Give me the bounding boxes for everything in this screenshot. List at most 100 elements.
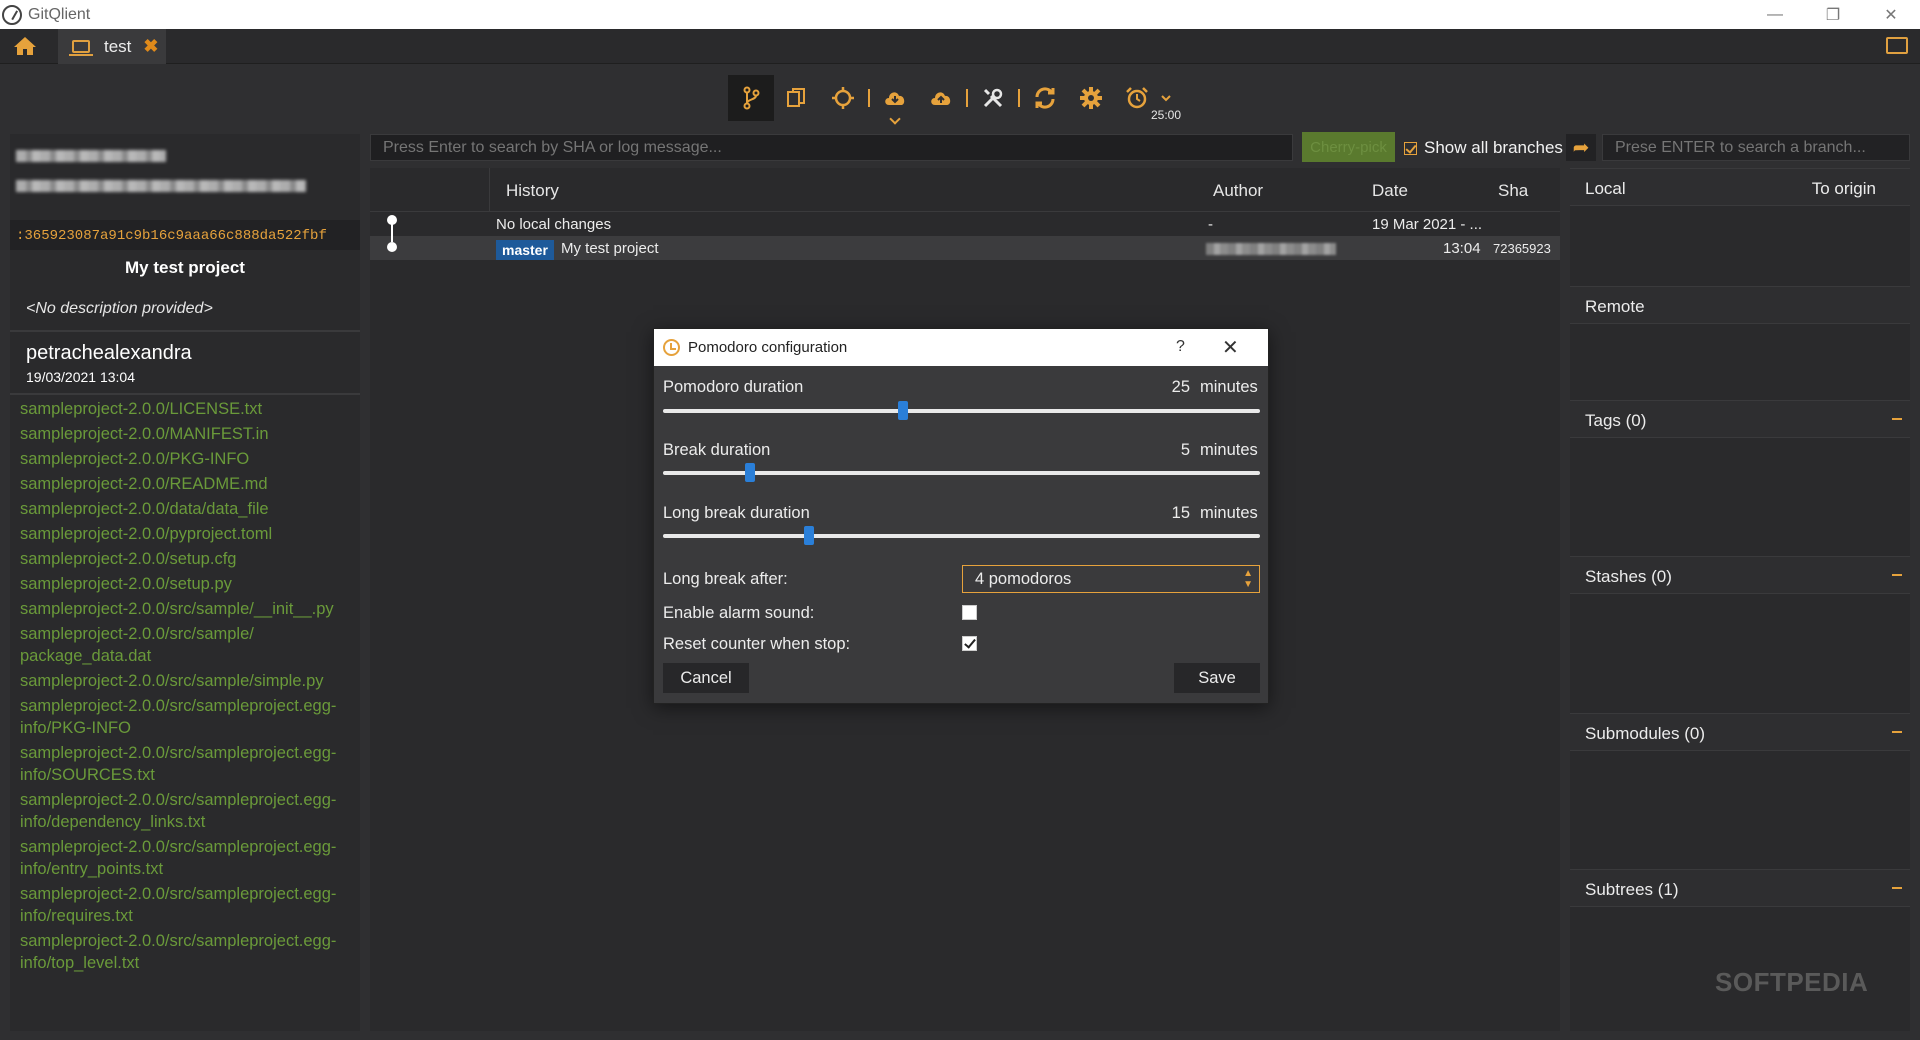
commit-message: No local changes	[496, 216, 612, 233]
pull-button[interactable]	[872, 75, 918, 125]
submodules-header[interactable]: Submodules (0)	[1570, 713, 1910, 751]
file-item[interactable]: sampleproject-2.0.0/src/sampleproject.eg…	[20, 789, 360, 833]
help-button[interactable]: ?	[1176, 338, 1185, 356]
close-icon[interactable]: ✕	[1222, 335, 1239, 360]
file-item[interactable]: sampleproject-2.0.0/data/data_file	[20, 498, 360, 520]
refresh-icon	[1035, 87, 1055, 109]
spin-arrows-icon[interactable]: ▲ ▼	[1243, 568, 1253, 590]
tab-close-icon[interactable]: ✖	[143, 36, 158, 57]
tags-header[interactable]: Tags (0)	[1570, 400, 1910, 438]
spinbox-value: 4 pomodoros	[975, 570, 1072, 588]
commit-sha: :365923087a91c9b16c9aaa66c888da522fbf	[10, 220, 360, 250]
tags-label: Tags (0)	[1585, 411, 1647, 430]
slider-handle[interactable]	[803, 526, 814, 545]
git-tools-button[interactable]	[970, 75, 1016, 121]
subtrees-label: Subtrees (1)	[1585, 880, 1679, 899]
tools-icon	[983, 88, 1003, 108]
file-item[interactable]: sampleproject-2.0.0/setup.cfg	[20, 548, 360, 570]
push-button[interactable]	[918, 75, 964, 121]
slider-handle[interactable]	[745, 463, 756, 482]
branch-search-input[interactable]	[1602, 134, 1910, 161]
alarm-sound-label: Enable alarm sound:	[663, 604, 815, 622]
commit-sha: 72365923	[1493, 241, 1551, 256]
settings-button[interactable]	[1068, 75, 1114, 121]
break-duration-label: Break duration	[663, 441, 771, 459]
blurred-text	[16, 180, 306, 192]
minimize-button[interactable]: —	[1746, 0, 1804, 29]
blurred-author	[1206, 243, 1336, 255]
stashes-header[interactable]: Stashes (0)	[1570, 556, 1910, 594]
file-item[interactable]: sampleproject-2.0.0/src/sampleproject.eg…	[20, 883, 360, 927]
long-break-duration-label: Long break duration	[663, 504, 810, 522]
file-item[interactable]: sampleproject-2.0.0/src/sampleproject.eg…	[20, 695, 360, 739]
collapse-icon[interactable]	[1892, 574, 1902, 576]
sha-column-header[interactable]: Sha	[1498, 181, 1528, 201]
local-branches-header[interactable]: Local To origin	[1570, 168, 1910, 206]
cherry-pick-button[interactable]: Cherry-pick	[1302, 132, 1395, 162]
file-item[interactable]: sampleproject-2.0.0/MANIFEST.in	[20, 423, 360, 445]
tab-label: test	[104, 36, 132, 56]
close-window-button[interactable]: ✕	[1862, 0, 1920, 29]
slider-handle[interactable]	[897, 401, 908, 420]
reset-counter-label: Reset counter when stop:	[663, 635, 851, 653]
subtrees-header[interactable]: Subtrees (1)	[1570, 869, 1910, 907]
commit-title: My test project	[125, 258, 245, 277]
file-item[interactable]: sampleproject-2.0.0/README.md	[20, 473, 360, 495]
file-item[interactable]: sampleproject-2.0.0/src/sample/ package_…	[20, 623, 360, 667]
table-row[interactable]: master My test project 13:04 72365923	[370, 236, 1560, 260]
refresh-button[interactable]	[1022, 75, 1068, 121]
show-all-branches-checkbox[interactable]	[1404, 141, 1417, 155]
file-item[interactable]: sampleproject-2.0.0/pyproject.toml	[20, 523, 360, 545]
alarm-clock-icon	[1126, 87, 1148, 109]
file-item[interactable]: sampleproject-2.0.0/LICENSE.txt	[20, 398, 360, 420]
restore-button[interactable]: ❐	[1804, 0, 1862, 29]
tab-test[interactable]: test ✖	[58, 29, 166, 64]
show-all-branches-label: Show all branches	[1424, 138, 1563, 157]
sha-search-input[interactable]	[370, 134, 1293, 161]
reset-counter-checkbox[interactable]	[962, 636, 977, 651]
chevron-down-icon[interactable]	[889, 113, 901, 125]
chevron-down-icon[interactable]	[1160, 94, 1172, 102]
file-item[interactable]: sampleproject-2.0.0/src/sample/__init__.…	[20, 598, 360, 620]
break-duration-slider[interactable]	[663, 463, 1260, 483]
file-item[interactable]: sampleproject-2.0.0/PKG-INFO	[20, 448, 360, 470]
open-folder-icon[interactable]	[1886, 37, 1908, 54]
tab-bar: test ✖	[0, 29, 1920, 64]
divider	[10, 330, 360, 332]
file-item[interactable]: sampleproject-2.0.0/src/sampleproject.eg…	[20, 930, 360, 974]
dialog-titlebar: Pomodoro configuration ? ✕	[654, 329, 1268, 366]
crosshair-icon	[832, 87, 854, 109]
pomodoro-duration-slider[interactable]	[663, 401, 1260, 421]
collapse-icon[interactable]	[1892, 418, 1902, 420]
table-row[interactable]: No local changes - 19 Mar 2021 - ...	[370, 212, 1560, 238]
toolbar-separator	[966, 89, 968, 107]
long-break-after-spinbox[interactable]: 4 pomodoros ▲ ▼	[962, 565, 1260, 593]
home-icon[interactable]	[12, 35, 38, 57]
collapse-icon[interactable]	[1892, 731, 1902, 733]
minutes-unit: minutes	[1200, 378, 1258, 396]
history-column-header[interactable]: History	[506, 181, 559, 201]
window-title: GitQlient	[28, 5, 91, 23]
slider-track	[663, 534, 1260, 538]
alarm-sound-checkbox[interactable]	[962, 605, 977, 620]
show-all-branches-toggle[interactable]: Show all branches	[1404, 138, 1563, 158]
long-break-duration-slider[interactable]	[663, 526, 1260, 546]
share-arrow-icon[interactable]: ➦	[1566, 134, 1596, 161]
file-item[interactable]: sampleproject-2.0.0/src/sampleproject.eg…	[20, 836, 360, 880]
divider	[10, 393, 360, 395]
date-column-header[interactable]: Date	[1372, 181, 1408, 201]
author-column-header[interactable]: Author	[1213, 181, 1263, 201]
collapse-icon[interactable]	[1892, 887, 1902, 889]
local-label: Local	[1585, 179, 1626, 198]
diff-view-button[interactable]	[774, 75, 820, 121]
file-item[interactable]: sampleproject-2.0.0/src/sampleproject.eg…	[20, 742, 360, 786]
tree-view-button[interactable]	[728, 75, 774, 121]
file-item[interactable]: sampleproject-2.0.0/src/sample/simple.py	[20, 670, 360, 692]
file-item[interactable]: sampleproject-2.0.0/setup.py	[20, 573, 360, 595]
commit-description: <No description provided>	[26, 300, 213, 317]
save-button[interactable]: Save	[1174, 663, 1260, 693]
blame-view-button[interactable]	[820, 75, 866, 121]
cancel-button[interactable]: Cancel	[663, 663, 749, 693]
long-break-duration-value: 15	[1171, 504, 1190, 522]
remote-branches-header[interactable]: Remote	[1570, 286, 1910, 324]
